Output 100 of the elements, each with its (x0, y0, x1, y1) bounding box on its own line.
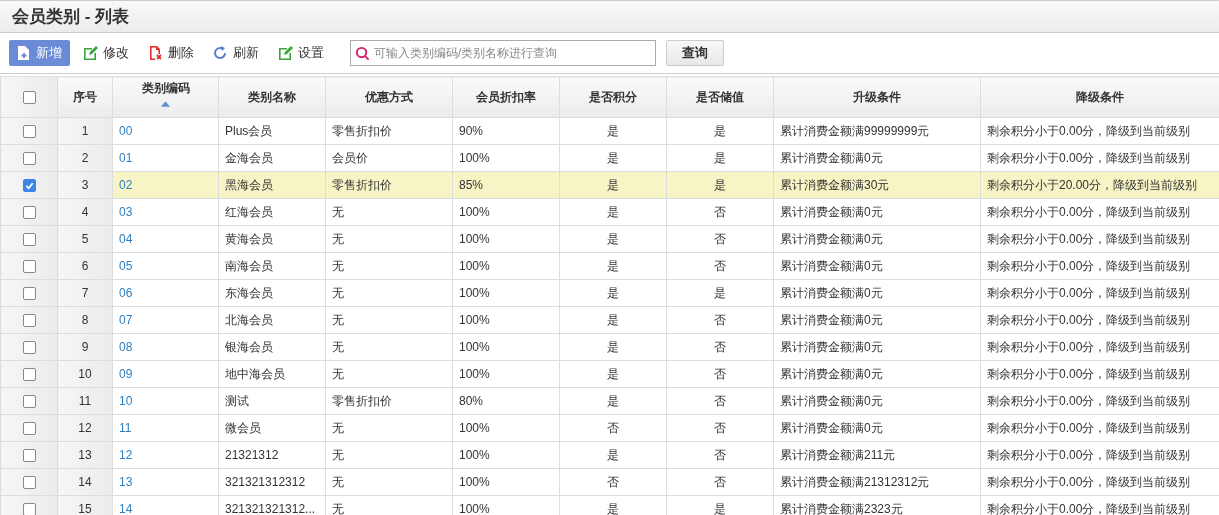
table-cell: 是 (714, 501, 726, 515)
code-link[interactable]: 05 (119, 259, 133, 273)
table-cell: 是 (607, 231, 619, 246)
column-header[interactable]: 类别编码 (141, 80, 190, 97)
code-link[interactable]: 08 (119, 340, 133, 354)
code-link[interactable]: 06 (119, 286, 133, 300)
table-cell: 100% (459, 286, 490, 300)
table-cell: 零售折扣价 (332, 393, 392, 408)
table-cell: 剩余积分小于0.00分，降级到当前级别 (987, 447, 1191, 462)
checkbox[interactable] (22, 449, 36, 463)
code-link[interactable]: 14 (119, 502, 133, 515)
table-cell: 无 (332, 366, 344, 381)
table-cell: 金海会员 (225, 150, 273, 165)
table-cell: 否 (714, 231, 726, 246)
column-header[interactable]: 类别名称 (248, 88, 296, 106)
toolbar-button[interactable]: 刷新 (206, 40, 265, 66)
row-number: 9 (81, 340, 89, 354)
row-number: 11 (78, 394, 92, 408)
code-link[interactable]: 01 (119, 151, 133, 165)
table-cell: 无 (332, 312, 344, 327)
table-cell: 100% (459, 340, 490, 354)
table-cell: 是 (607, 204, 619, 219)
checkbox[interactable] (22, 476, 36, 490)
table-cell: 剩余积分小于0.00分，降级到当前级别 (987, 474, 1191, 489)
checkbox[interactable] (22, 314, 36, 328)
table-cell: 无 (332, 339, 344, 354)
document-cross-icon (147, 45, 163, 61)
code-link[interactable]: 13 (119, 475, 133, 489)
checkbox[interactable] (22, 233, 36, 247)
checkbox[interactable] (22, 206, 36, 220)
table-cell: 无 (332, 420, 344, 435)
table-cell: 累计消费金额满0元 (780, 393, 883, 408)
toolbar-button[interactable]: 删除 (141, 40, 200, 66)
code-link[interactable]: 00 (119, 124, 133, 138)
table-cell: 无 (332, 447, 344, 462)
table-cell: 否 (714, 447, 726, 462)
table-cell: 80% (459, 394, 484, 408)
column-header[interactable]: 序号 (73, 88, 97, 106)
checkbox[interactable] (22, 395, 36, 409)
table-cell: 剩余积分小于20.00分，降级到当前级别 (987, 177, 1198, 192)
checkbox[interactable] (22, 260, 36, 274)
table-cell: 累计消费金额满0元 (780, 285, 883, 300)
table-cell: 累计消费金额满0元 (780, 231, 883, 246)
table-cell: 100% (459, 421, 490, 435)
table-cell: 累计消费金额满0元 (780, 312, 883, 327)
table-cell: 南海会员 (225, 258, 273, 273)
column-header[interactable]: 是否积分 (589, 88, 637, 106)
checkbox[interactable] (22, 91, 36, 105)
table-cell: 否 (714, 339, 726, 354)
window-title: 会员类别 - 列表 (12, 6, 130, 28)
toolbar-button[interactable]: 新增 (9, 40, 70, 66)
code-link[interactable]: 03 (119, 205, 133, 219)
toolbar-button[interactable]: 修改 (76, 40, 135, 66)
code-link[interactable]: 10 (119, 394, 133, 408)
table-cell: 否 (714, 366, 726, 381)
code-link[interactable]: 11 (119, 421, 132, 435)
code-link[interactable]: 02 (119, 178, 133, 192)
row-number: 3 (81, 178, 89, 192)
checkbox[interactable] (22, 503, 36, 515)
table-cell: 零售折扣价 (332, 177, 392, 192)
toolbar-button[interactable]: 设置 (271, 40, 330, 66)
table-cell: 否 (607, 420, 619, 435)
table-cell: 无 (332, 231, 344, 246)
checkbox[interactable] (22, 125, 36, 139)
search-field[interactable]: 可输入类别编码/类别名称进行查询 (350, 40, 656, 66)
checkbox[interactable] (22, 422, 36, 436)
column-header[interactable]: 升级条件 (853, 88, 901, 106)
checkbox[interactable] (22, 179, 36, 193)
column-header[interactable]: 降级条件 (1076, 88, 1124, 106)
table-cell: 累计消费金额满30元 (780, 177, 890, 192)
table-cell: 是 (607, 393, 619, 408)
table-cell: 否 (714, 258, 726, 273)
document-plus-icon (15, 45, 31, 61)
table-cell: 是 (607, 285, 619, 300)
checkbox[interactable] (22, 368, 36, 382)
table-cell: 累计消费金额满0元 (780, 339, 883, 354)
search-button[interactable]: 查询 (666, 40, 724, 66)
code-link[interactable]: 09 (119, 367, 133, 381)
refresh-icon (212, 45, 228, 61)
table-cell: 是 (607, 150, 619, 165)
table-cell: 是 (607, 312, 619, 327)
code-link[interactable]: 07 (119, 313, 133, 327)
table-cell: 累计消费金额满0元 (780, 204, 883, 219)
checkbox[interactable] (22, 287, 36, 301)
table-cell: 是 (607, 447, 619, 462)
column-header[interactable]: 优惠方式 (365, 88, 413, 106)
code-link[interactable]: 04 (119, 232, 133, 246)
table-cell: 剩余积分小于0.00分，降级到当前级别 (987, 231, 1191, 246)
table-cell: 是 (607, 177, 619, 192)
table-cell: 累计消费金额满21312312元 (780, 474, 930, 489)
checkbox[interactable] (22, 152, 36, 166)
table-cell: 85% (459, 178, 484, 192)
checkbox[interactable] (22, 341, 36, 355)
row-number: 8 (81, 313, 89, 327)
table-cell: Plus会员 (225, 123, 273, 138)
table-cell: 是 (714, 123, 726, 138)
column-header[interactable]: 是否储值 (696, 88, 744, 106)
code-link[interactable]: 12 (119, 448, 133, 462)
table-cell: 累计消费金额满0元 (780, 420, 883, 435)
table-cell: 321321321312... (225, 502, 316, 515)
